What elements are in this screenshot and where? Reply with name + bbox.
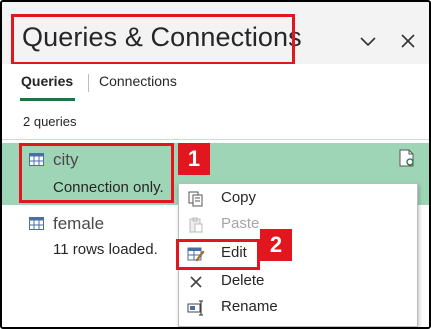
tab-queries[interactable]: Queries	[21, 73, 73, 89]
menu-item-label: Delete	[221, 272, 265, 289]
tab-bar: Queries Connections	[2, 64, 429, 104]
paste-icon	[187, 216, 205, 234]
table-icon	[29, 217, 44, 230]
menu-item-rename[interactable]: Rename	[179, 295, 417, 321]
pane-header: Queries & Connections	[2, 2, 429, 72]
tab-connections[interactable]: Connections	[99, 73, 177, 89]
active-tab-indicator	[20, 98, 75, 101]
step-2-badge: 2	[260, 229, 292, 261]
menu-item-copy[interactable]: Copy	[179, 186, 417, 212]
divider	[2, 139, 429, 140]
menu-item-delete[interactable]: Delete	[179, 269, 417, 295]
copy-icon	[187, 190, 205, 208]
queries-connections-pane: Queries & Connections Queries Connection…	[0, 0, 431, 329]
query-count: 2 queries	[23, 114, 77, 129]
step-1-badge: 1	[178, 143, 210, 175]
query-status: 11 rows loaded.	[53, 241, 158, 258]
refresh-status-icon[interactable]	[399, 149, 415, 167]
tab-separator	[88, 74, 89, 92]
edit-highlight-box	[176, 239, 260, 270]
menu-item-label: Copy	[221, 189, 257, 206]
menu-item-paste: Paste	[179, 212, 417, 238]
delete-icon	[187, 273, 205, 291]
menu-item-label: Rename	[221, 298, 278, 315]
close-icon[interactable]	[397, 30, 419, 52]
chevron-down-icon[interactable]	[357, 30, 379, 52]
city-highlight-box	[19, 143, 174, 203]
rename-icon	[187, 299, 205, 317]
menu-item-label: Paste	[221, 215, 260, 232]
query-name: female	[53, 214, 105, 233]
title-highlight-box	[11, 14, 295, 65]
